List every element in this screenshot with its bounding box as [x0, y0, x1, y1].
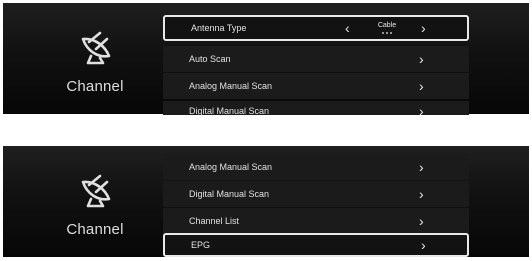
menu-item-analog-manual-scan[interactable]: Analog Manual Scan › — [163, 154, 469, 180]
menu-item-channel-list[interactable]: Channel List › — [163, 208, 469, 234]
menu-item-label: Auto Scan — [189, 54, 231, 64]
chevron-right-icon: › — [419, 78, 424, 94]
sidebar-label-channel: Channel — [66, 78, 124, 95]
menu-item-auto-scan[interactable]: Auto Scan › — [163, 46, 469, 72]
menu-item-digital-manual-scan[interactable]: Digital Manual Scan › — [163, 181, 469, 207]
sidebar-label-channel: Channel — [66, 221, 124, 238]
antenna-type-value-text: Cable — [377, 22, 397, 29]
chevron-right-icon: › — [419, 103, 424, 115]
channel-settings-panel-1: Channel Antenna Type ‹ Cable › Auto Scan… — [3, 3, 529, 115]
menu-item-epg[interactable]: EPG › — [163, 233, 469, 257]
chevron-left-icon[interactable]: ‹ — [345, 21, 350, 35]
menu-item-label: Antenna Type — [191, 23, 247, 33]
menu-item-label: Analog Manual Scan — [189, 81, 273, 91]
settings-menu: Analog Manual Scan › Digital Manual Scan… — [159, 148, 479, 257]
chevron-right-icon[interactable]: › — [421, 21, 426, 35]
menu-item-antenna-type[interactable]: Antenna Type ‹ Cable › — [163, 15, 469, 41]
chevron-right-icon: › — [419, 159, 424, 175]
settings-menu: Antenna Type ‹ Cable › Auto Scan › Analo… — [159, 5, 479, 115]
menu-item-label: Digital Manual Scan — [189, 189, 270, 199]
menu-item-label: Digital Manual Scan — [189, 106, 270, 115]
satellite-dish-icon — [81, 31, 111, 65]
page-indicator-dots — [367, 32, 407, 34]
chevron-right-icon: › — [419, 213, 424, 229]
channel-settings-panel-2: Channel Analog Manual Scan › Digital Man… — [3, 146, 529, 257]
menu-item-digital-manual-scan[interactable]: Digital Manual Scan › — [163, 101, 469, 115]
menu-item-label: EPG — [191, 240, 211, 250]
chevron-right-icon: › — [419, 51, 424, 67]
chevron-right-icon: › — [421, 237, 426, 253]
chevron-right-icon: › — [419, 186, 424, 202]
menu-item-label: Analog Manual Scan — [189, 162, 273, 172]
satellite-dish-icon — [81, 174, 111, 208]
antenna-type-value: Cable — [367, 19, 407, 41]
menu-item-analog-manual-scan[interactable]: Analog Manual Scan › — [163, 73, 469, 99]
menu-item-label: Channel List — [189, 216, 240, 226]
